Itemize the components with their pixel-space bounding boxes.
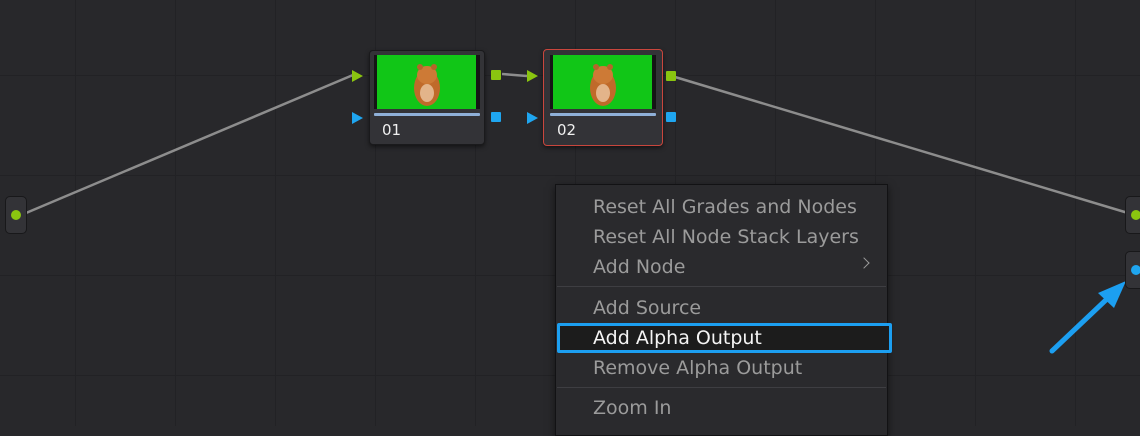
hamster-image [414, 64, 440, 106]
output-alpha[interactable] [1125, 251, 1140, 289]
node-progress-bar [374, 113, 480, 116]
node-label: 02 [557, 121, 577, 139]
menu-item-add-alpha-output[interactable]: Add Alpha Output [593, 326, 762, 350]
wire-01-to-02 [501, 72, 528, 78]
menu-item-add-source[interactable]: Add Source [593, 296, 701, 320]
output-alpha-port[interactable] [1131, 265, 1140, 275]
menu-item-reset-node-stack-layers[interactable]: Reset All Node Stack Layers [593, 225, 859, 249]
node-02-rgb-output-port[interactable] [666, 71, 676, 81]
node-01-rgb-output-port[interactable] [491, 70, 501, 80]
context-menu: Reset All Grades and Nodes Reset All Nod… [555, 184, 892, 436]
menu-item-reset-all-grades[interactable]: Reset All Grades and Nodes [593, 195, 857, 219]
node-02-key-input-port[interactable] [527, 112, 538, 124]
wire-source-to-01 [25, 73, 354, 215]
menu-item-remove-alpha-output[interactable]: Remove Alpha Output [593, 356, 802, 380]
hamster-image [590, 64, 616, 106]
source-rgb-port[interactable] [11, 210, 21, 220]
menu-divider [557, 387, 886, 388]
output-rgb[interactable] [1125, 196, 1140, 234]
pointer-arrow-icon [1049, 281, 1126, 354]
node-02[interactable]: 02 [543, 49, 663, 146]
menu-item-zoom-in[interactable]: Zoom In [593, 396, 671, 420]
menu-divider [557, 286, 886, 287]
node-progress-bar [550, 113, 656, 116]
node-01-rgb-input-port[interactable] [352, 70, 363, 82]
menu-item-add-node[interactable]: Add Node [593, 255, 685, 279]
chevron-right-icon [858, 257, 870, 269]
node-01[interactable]: 01 [369, 50, 485, 145]
node-02-rgb-input-port[interactable] [527, 70, 538, 82]
node-label: 01 [382, 121, 402, 139]
node-01-key-input-port[interactable] [352, 112, 363, 124]
node-02-key-output-port[interactable] [666, 112, 676, 122]
node-thumbnail [374, 55, 480, 109]
node-01-key-output-port[interactable] [491, 112, 501, 122]
node-thumbnail [550, 55, 656, 109]
source-input-rgb[interactable] [5, 196, 27, 234]
output-rgb-port[interactable] [1131, 210, 1140, 220]
